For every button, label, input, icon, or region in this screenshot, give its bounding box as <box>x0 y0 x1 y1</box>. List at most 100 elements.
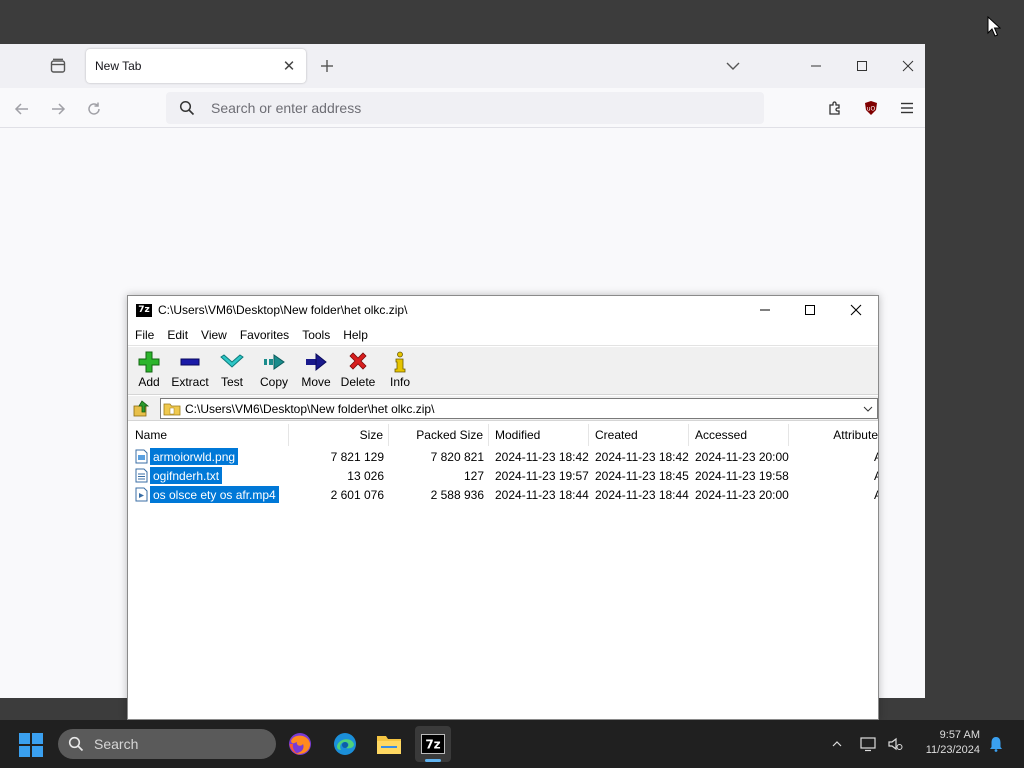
column-accessed[interactable]: Accessed <box>689 424 789 446</box>
column-created[interactable]: Created <box>589 424 689 446</box>
notification-bell-icon <box>990 737 1002 752</box>
menu-file[interactable]: File <box>135 328 154 342</box>
tray-volume[interactable] <box>884 732 906 756</box>
test-button[interactable]: Test <box>211 351 253 393</box>
firefox-view-button[interactable] <box>46 56 70 76</box>
file-size: 2 601 076 <box>330 487 384 502</box>
maximize-icon <box>805 305 815 315</box>
active-app-indicator <box>425 759 441 762</box>
add-label: Add <box>138 375 160 389</box>
chevron-up-icon <box>832 741 842 747</box>
new-tab-button[interactable] <box>316 55 338 77</box>
delete-button[interactable]: Delete <box>337 351 379 393</box>
taskbar-search[interactable]: Search <box>58 729 276 759</box>
tray-network[interactable] <box>858 732 880 756</box>
tab-title: New Tab <box>95 59 142 73</box>
address-placeholder: Search or enter address <box>211 100 362 116</box>
column-name[interactable]: Name <box>128 424 289 446</box>
file-attributes: A <box>874 447 878 466</box>
notification-button[interactable] <box>986 732 1006 756</box>
copy-arrow-icon <box>262 351 286 373</box>
app-menu-button[interactable] <box>896 97 918 119</box>
7zip-close-button[interactable] <box>834 298 878 322</box>
7zip-maximize-button[interactable] <box>788 298 832 322</box>
menu-help[interactable]: Help <box>343 328 368 342</box>
copy-button[interactable]: Copy <box>253 351 295 393</box>
check-icon <box>220 351 244 373</box>
menu-favorites[interactable]: Favorites <box>240 328 289 342</box>
tab-new-tab[interactable]: New Tab ✕ <box>86 49 306 83</box>
menu-edit[interactable]: Edit <box>167 328 188 342</box>
tab-close-icon[interactable]: ✕ <box>280 57 298 75</box>
taskbar-firefox[interactable] <box>282 726 318 762</box>
parent-folder-button[interactable] <box>132 399 152 418</box>
column-packed-size[interactable]: Packed Size <box>389 424 489 446</box>
edge-icon <box>334 733 356 755</box>
move-button[interactable]: Move <box>295 351 337 393</box>
table-row[interactable]: os olsce ety os afr.mp4 2 601 076 2 588 … <box>128 485 878 504</box>
start-button[interactable] <box>18 732 44 758</box>
column-size[interactable]: Size <box>289 424 389 446</box>
reload-button[interactable] <box>83 98 105 120</box>
plus-icon <box>321 60 333 72</box>
menu-tools[interactable]: Tools <box>302 328 330 342</box>
taskbar-file-explorer[interactable] <box>371 726 407 762</box>
chevron-down-icon[interactable] <box>861 401 875 417</box>
puzzle-icon <box>829 101 840 115</box>
file-name: os olsce ety os afr.mp4 <box>150 486 279 503</box>
file-modified: 2024-11-23 19:57 <box>495 468 589 483</box>
7zip-minimize-button[interactable] <box>743 298 787 322</box>
move-label: Move <box>301 375 331 389</box>
extract-button[interactable]: Extract <box>169 351 211 393</box>
7zip-icon: 7z <box>421 734 445 754</box>
info-icon <box>388 351 412 373</box>
up-folder-icon <box>133 400 150 417</box>
close-icon <box>850 304 862 316</box>
file-size: 13 026 <box>347 468 384 483</box>
delete-x-icon <box>346 351 370 373</box>
taskbar-edge[interactable] <box>327 726 363 762</box>
plus-icon <box>137 351 161 373</box>
maximize-button[interactable] <box>850 54 874 78</box>
close-button[interactable] <box>896 54 920 78</box>
info-button[interactable]: Info <box>379 351 421 393</box>
clock-time: 9:57 AM <box>939 729 980 741</box>
7zip-menubar: File Edit View Favorites Tools Help <box>128 324 878 346</box>
minimize-button[interactable] <box>804 54 828 78</box>
back-button[interactable] <box>11 98 33 120</box>
file-name: armoiorwld.png <box>150 448 239 465</box>
taskbar-search-label: Search <box>94 736 139 752</box>
file-created: 2024-11-23 18:42 <box>595 449 689 464</box>
column-attributes[interactable]: Attribute <box>789 424 878 446</box>
add-button[interactable]: Add <box>128 351 170 393</box>
7zip-titlebar[interactable]: 7z C:\Users\VM6\Desktop\New folder\het o… <box>128 296 878 324</box>
file-name: ogifnderh.txt <box>150 467 223 484</box>
ublock-button[interactable]: uO <box>860 97 882 119</box>
forward-button[interactable] <box>47 98 69 120</box>
chevron-down-icon <box>726 62 740 70</box>
taskbar: Search 7z 9:57 AM 11/23/2024 <box>0 720 1024 768</box>
windows-logo-icon <box>19 733 43 757</box>
maximize-icon <box>857 61 867 71</box>
list-all-tabs-button[interactable] <box>722 57 744 75</box>
extensions-button[interactable] <box>824 97 846 119</box>
taskbar-7zip[interactable]: 7z <box>415 726 451 762</box>
navigation-toolbar: Search or enter address uO <box>0 88 925 128</box>
address-bar[interactable]: Search or enter address <box>166 92 764 124</box>
table-row[interactable]: ogifnderh.txt 13 026 127 2024-11-23 19:5… <box>128 466 878 485</box>
firefox-view-icon <box>50 58 66 73</box>
file-size: 7 821 129 <box>330 449 384 464</box>
delete-label: Delete <box>340 375 376 389</box>
file-accessed: 2024-11-23 20:00 <box>695 449 789 464</box>
tray-overflow-button[interactable] <box>828 732 846 756</box>
column-modified[interactable]: Modified <box>489 424 589 446</box>
7zip-path-bar: C:\Users\VM6\Desktop\New folder\het olkc… <box>128 396 878 421</box>
taskbar-clock[interactable]: 9:57 AM 11/23/2024 <box>916 728 980 758</box>
file-created: 2024-11-23 18:45 <box>595 468 689 483</box>
menu-view[interactable]: View <box>201 328 227 342</box>
7zip-app-icon: 7z <box>136 303 152 317</box>
file-modified: 2024-11-23 18:42 <box>495 449 589 464</box>
svg-text:uO: uO <box>867 106 876 113</box>
path-combobox[interactable]: C:\Users\VM6\Desktop\New folder\het olkc… <box>160 398 878 419</box>
table-row[interactable]: armoiorwld.png 7 821 129 7 820 821 2024-… <box>128 447 878 466</box>
